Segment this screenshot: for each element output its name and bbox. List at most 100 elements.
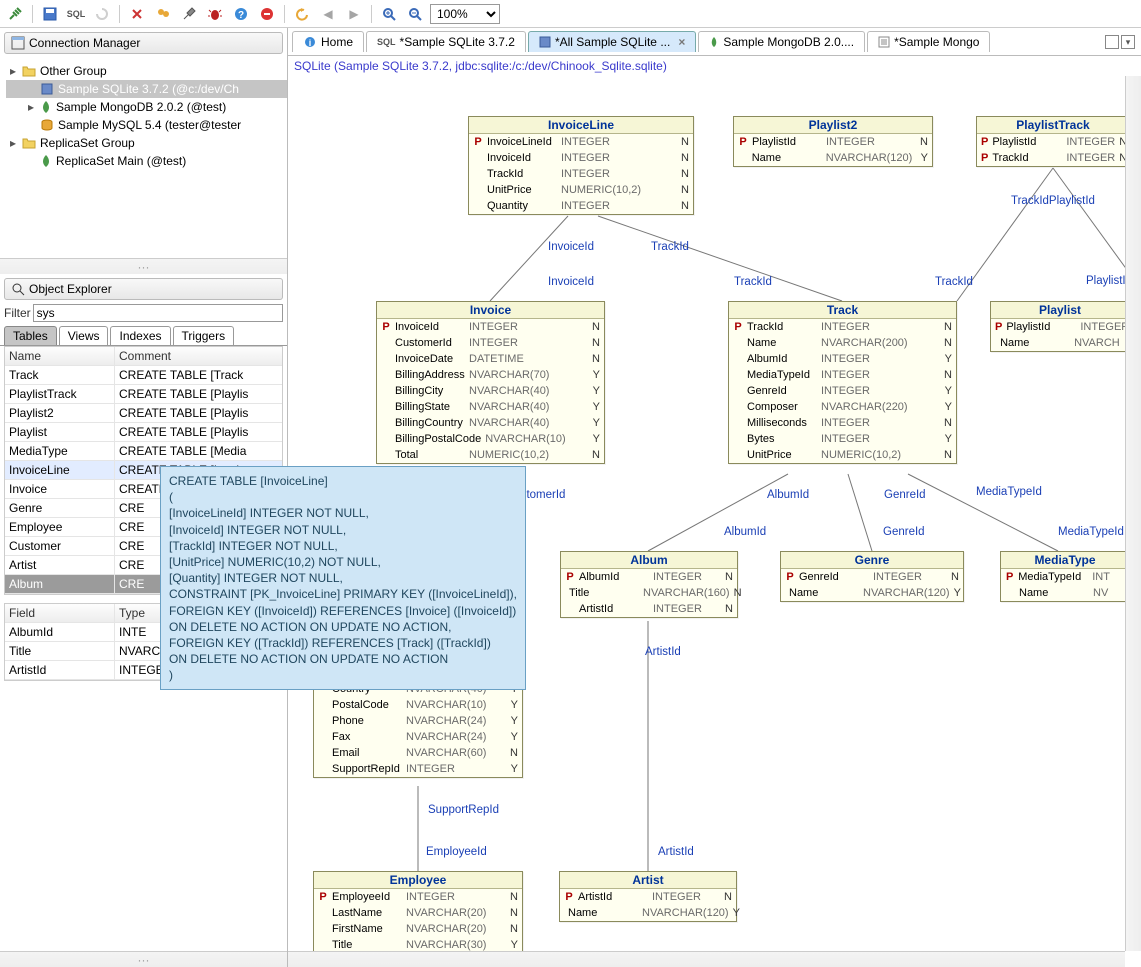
editor-tab[interactable]: *All Sample SQLite ... ×	[528, 31, 696, 52]
svg-text:i: i	[309, 38, 312, 48]
er-column: PhoneNVARCHAR(24)Y	[314, 713, 522, 729]
er-column: PInvoiceIdINTEGERN	[377, 319, 604, 335]
tree-node[interactable]: ReplicaSet Main (@test)	[6, 152, 287, 170]
sql-icon[interactable]: SQL	[65, 3, 87, 25]
er-table-artist[interactable]: ArtistPArtistIdINTEGERNNameNVARCHAR(120)…	[559, 871, 737, 922]
tree-label: Other Group	[40, 64, 107, 78]
edge-label: GenreId	[883, 526, 925, 538]
er-table-playlist[interactable]: PlaylistPPlaylistIdINTEGERNNameNVARCH	[990, 301, 1130, 352]
er-column: NameNV	[1001, 585, 1129, 601]
tree-node[interactable]: ▸ Other Group	[6, 62, 287, 80]
er-column: PEmployeeIdINTEGERN	[314, 889, 522, 905]
home-icon: i	[303, 35, 317, 49]
main-toolbar: SQL ? ◀ ▶ 100%	[0, 0, 1141, 28]
sql-icon: SQL	[377, 37, 396, 47]
tools-icon[interactable]	[178, 3, 200, 25]
er-table-title: PlaylistTrack	[977, 117, 1129, 134]
table-row[interactable]: Playlist2CREATE TABLE [Playlis	[5, 404, 282, 423]
table-row[interactable]: PlaylistCREATE TABLE [Playlis	[5, 423, 282, 442]
connection-manager-title: Connection Manager	[29, 36, 140, 50]
er-column: GenreIdINTEGERY	[729, 383, 956, 399]
tree-toggle-icon[interactable]: ▸	[8, 136, 18, 150]
er-table-genre[interactable]: GenrePGenreIdINTEGERNNameNVARCHAR(120)Y	[780, 551, 964, 602]
col-comment[interactable]: Comment	[115, 347, 282, 365]
editor-tab-label: *All Sample SQLite ...	[555, 35, 670, 49]
panel-icon	[11, 36, 25, 50]
er-table-album[interactable]: AlbumPAlbumIdINTEGERNTitleNVARCHAR(160)N…	[560, 551, 738, 618]
stop-icon[interactable]	[256, 3, 278, 25]
explorer-tab-tables[interactable]: Tables	[4, 326, 57, 345]
connection-tree[interactable]: ▸ Other Group Sample SQLite 3.7.2 (@c:/dev…	[0, 58, 287, 258]
close-icon[interactable]: ×	[678, 35, 685, 49]
tab-menu-icon[interactable]	[1121, 35, 1135, 49]
cfg-icon	[878, 36, 890, 48]
editor-tab[interactable]: Sample MongoDB 2.0....	[698, 31, 865, 52]
col-field[interactable]: Field	[5, 604, 115, 622]
tree-node[interactable]: Sample MySQL 5.4 (tester@tester	[6, 116, 287, 134]
explorer-tab-triggers[interactable]: Triggers	[173, 326, 235, 345]
er-table-title: Album	[561, 552, 737, 569]
er-column: FaxNVARCHAR(24)Y	[314, 729, 522, 745]
er-column: MillisecondsINTEGERN	[729, 415, 956, 431]
toolbar-separator	[32, 5, 33, 23]
connection-string: SQLite (Sample SQLite 3.7.2, jdbc:sqlite…	[288, 56, 1141, 76]
save-icon[interactable]	[39, 3, 61, 25]
folder-icon	[22, 137, 36, 149]
zoom-out-icon[interactable]	[404, 3, 426, 25]
er-column: NameNVARCHAR(200)N	[729, 335, 956, 351]
help-icon[interactable]: ?	[230, 3, 252, 25]
er-table-track[interactable]: TrackPTrackIdINTEGERNNameNVARCHAR(200)NA…	[728, 301, 957, 464]
tree-node[interactable]: ▸ReplicaSet Group	[6, 134, 287, 152]
editor-tab[interactable]: *Sample Mongo	[867, 31, 990, 52]
folder-icon	[22, 65, 36, 77]
plug-icon[interactable]	[4, 3, 26, 25]
diagram-scrollbar-v[interactable]	[1125, 76, 1141, 951]
er-table-invoice[interactable]: InvoicePInvoiceIdINTEGERNCustomerIdINTEG…	[376, 301, 605, 464]
tree-scrollbar-h[interactable]: ···	[0, 258, 287, 274]
grid-header: NameComment	[5, 347, 282, 366]
tree-node[interactable]: ▸Sample MongoDB 2.0.2 (@test)	[6, 98, 287, 116]
er-table-mediatype[interactable]: MediaTypePMediaTypeIdINTNameNV	[1000, 551, 1130, 602]
er-column: SupportRepIdINTEGERY	[314, 761, 522, 777]
er-table-playlisttrack[interactable]: PlaylistTrackPPlaylistIdINTEGERNPTrackId…	[976, 116, 1130, 167]
table-row[interactable]: MediaTypeCREATE TABLE [Media	[5, 442, 282, 461]
nav-prev-icon[interactable]: ◀	[317, 3, 339, 25]
col-name[interactable]: Name	[5, 347, 115, 365]
er-column: AlbumIdINTEGERY	[729, 351, 956, 367]
diagram-scrollbar-h[interactable]	[288, 951, 1125, 967]
explorer-scrollbar-h[interactable]: ···	[0, 951, 287, 967]
tree-toggle-icon[interactable]: ▸	[26, 100, 36, 114]
cut-icon[interactable]	[126, 3, 148, 25]
editor-tab[interactable]: iHome	[292, 31, 364, 52]
er-column: BillingAddressNVARCHAR(70)Y	[377, 367, 604, 383]
er-table-invoiceline[interactable]: InvoiceLinePInvoiceLineIdINTEGERNInvoice…	[468, 116, 694, 215]
explorer-tab-indexes[interactable]: Indexes	[110, 326, 170, 345]
tree-toggle-icon[interactable]: ▸	[8, 64, 18, 78]
mongo-icon	[40, 100, 52, 114]
nav-next-icon[interactable]: ▶	[343, 3, 365, 25]
minimize-tab-icon[interactable]	[1105, 35, 1119, 49]
edge-label: MediaTypeId	[976, 486, 1042, 498]
mongo-icon	[40, 154, 52, 168]
er-column: UnitPriceNUMERIC(10,2)N	[469, 182, 693, 198]
explorer-icon	[11, 282, 25, 296]
zoom-in-icon[interactable]	[378, 3, 400, 25]
table-row[interactable]: TrackCREATE TABLE [Track	[5, 366, 282, 385]
explorer-tab-views[interactable]: Views	[59, 326, 109, 345]
refresh-icon[interactable]	[91, 3, 113, 25]
zoom-select[interactable]: 100%	[430, 4, 500, 24]
er-column: PTrackIdINTEGERN	[729, 319, 956, 335]
sqlite-icon	[40, 82, 54, 96]
sqlite-icon	[539, 36, 551, 48]
bug-icon[interactable]	[204, 3, 226, 25]
table-row[interactable]: PlaylistTrackCREATE TABLE [Playlis	[5, 385, 282, 404]
er-column: LastNameNVARCHAR(20)N	[314, 905, 522, 921]
editor-tab[interactable]: SQL*Sample SQLite 3.7.2	[366, 31, 526, 52]
tree-node[interactable]: Sample SQLite 3.7.2 (@c:/dev/Ch	[6, 80, 287, 98]
undo-icon[interactable]	[291, 3, 313, 25]
filter-input[interactable]	[33, 304, 283, 322]
er-table-playlist2[interactable]: Playlist2PPlaylistIdINTEGERNNameNVARCHAR…	[733, 116, 933, 167]
users-icon[interactable]	[152, 3, 174, 25]
er-column: EmailNVARCHAR(60)N	[314, 745, 522, 761]
svg-text:?: ?	[238, 10, 244, 21]
